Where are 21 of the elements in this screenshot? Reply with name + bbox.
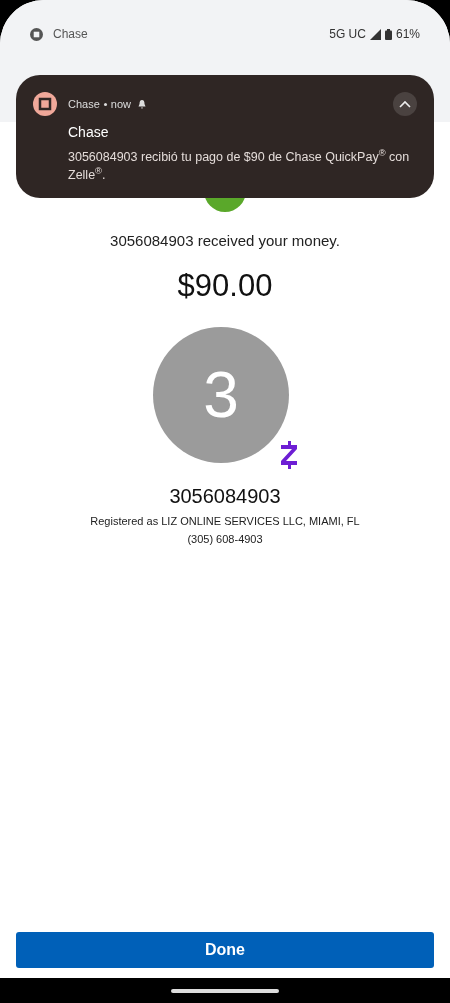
- home-indicator[interactable]: [171, 988, 279, 993]
- done-button[interactable]: Done: [16, 932, 434, 968]
- chase-logo-icon: [33, 92, 57, 116]
- recipient-phone: (305) 608-4903: [187, 531, 263, 547]
- notification-app: Chase: [68, 96, 100, 112]
- confirmation-message: 3056084903 received your money.: [110, 231, 340, 251]
- status-app-name: Chase: [53, 26, 88, 43]
- amount: $90.00: [177, 266, 273, 305]
- app-logo-icon: [30, 27, 43, 41]
- battery-icon: [384, 28, 392, 40]
- notification-body: 3056084903 recibió tu pago de $90 de Chase QuickPay$^{®}$ con Zelle$^{®}$.: [68, 148, 411, 184]
- collapse-button[interactable]: [393, 92, 417, 116]
- bell-icon: [137, 99, 147, 109]
- battery-level: 61%: [395, 26, 420, 43]
- avatar: 3: [153, 327, 289, 463]
- network-label: 5G UC: [329, 26, 366, 43]
- signal-icon: [369, 28, 381, 40]
- notification-time: now: [110, 96, 131, 112]
- notification-title: Chase: [68, 123, 110, 142]
- recipient-name: 3056084903: [169, 484, 281, 509]
- registered-name: Registered as LIZ ONLINE SERVICES LLC, MIAMI, FL: [90, 514, 360, 529]
